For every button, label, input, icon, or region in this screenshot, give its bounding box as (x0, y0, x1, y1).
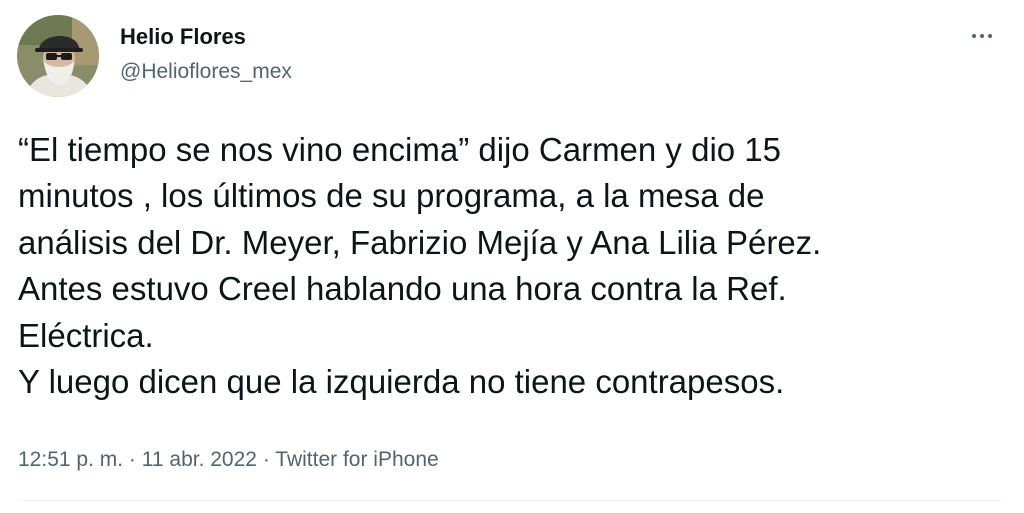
more-horizontal-icon (972, 34, 976, 38)
more-horizontal-icon-dot-3 (988, 34, 992, 38)
tweet: Helio Flores @Helioflores_mex “El tiempo… (0, 0, 1024, 513)
author-name[interactable]: Helio Flores (120, 24, 246, 50)
meta-separator: · (128, 448, 136, 471)
tweet-text-line: Eléctrica. (18, 316, 154, 354)
tweet-source-link[interactable]: Twitter for iPhone (275, 448, 438, 471)
tweet-text-line: análisis del Dr. Meyer, Fabrizio Mejía y… (18, 223, 822, 261)
more-options-button[interactable] (962, 22, 1002, 50)
tweet-time-link[interactable]: 12:51 p. m. (18, 448, 123, 471)
tweet-text: “El tiempo se nos vino encima” dijo Carm… (18, 127, 1008, 405)
divider (18, 500, 1002, 501)
tweet-text-line: “El tiempo se nos vino encima” dijo Carm… (18, 131, 782, 168)
tweet-date-link[interactable]: 11 abr. 2022 (142, 448, 257, 471)
tweet-text-line: Y luego dicen que la izquierda no tiene … (18, 363, 785, 401)
profile-photo-icon (17, 15, 99, 97)
tweet-text-line: Antes estuvo Creel hablando una hora con… (18, 270, 787, 308)
tweet-metadata: 12:51 p. m. · 11 abr. 2022 · Twitter for… (18, 448, 439, 472)
more-horizontal-icon-dot-2 (980, 34, 984, 38)
author-avatar[interactable] (17, 15, 99, 97)
meta-separator: · (262, 448, 270, 471)
author-handle[interactable]: @Helioflores_mex (120, 60, 292, 84)
tweet-text-line: minutos , los últimos de su programa, a … (18, 177, 765, 215)
